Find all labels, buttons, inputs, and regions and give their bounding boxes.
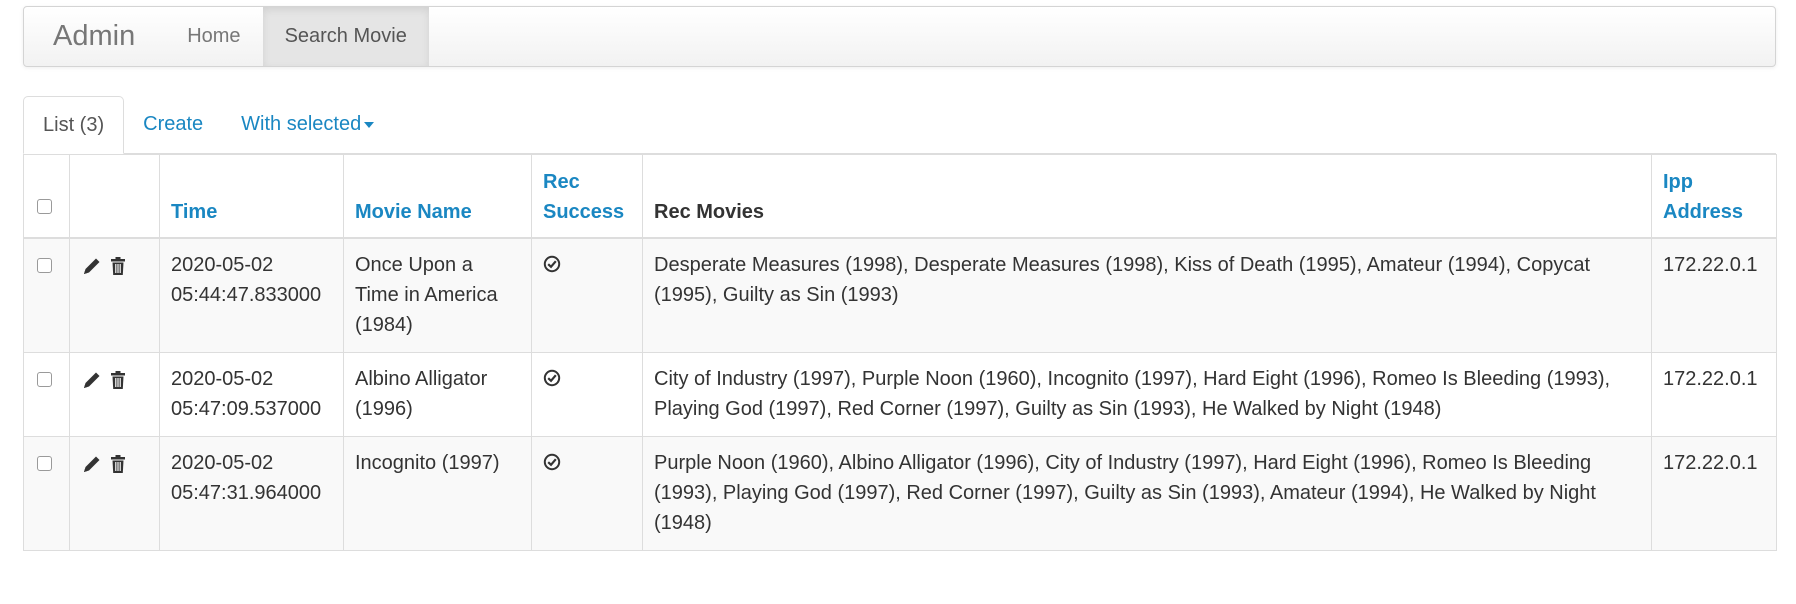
header-ip-line2: Address [1663, 201, 1744, 223]
row-checkbox[interactable] [37, 456, 52, 471]
time-cell: 2020-05-02 05:47:09.537000 [159, 352, 344, 437]
row-checkbox[interactable] [37, 258, 52, 273]
pencil-icon[interactable] [82, 370, 102, 390]
tab-create[interactable]: Create [124, 96, 222, 153]
row-select-cell [23, 237, 70, 353]
time-clock: 05:47:31.964000 [171, 482, 322, 504]
time-cell: 2020-05-02 05:44:47.833000 [159, 237, 344, 353]
sort-rec-success-header[interactable]: Rec Success [531, 154, 643, 239]
ip-address-cell: 172.22.0.1 [1651, 436, 1777, 551]
trash-icon[interactable] [108, 256, 128, 276]
select-all-cell [23, 154, 70, 239]
time-clock: 05:44:47.833000 [171, 284, 322, 306]
time-date: 2020-05-02 [171, 254, 274, 276]
time-cell: 2020-05-02 05:47:31.964000 [159, 436, 344, 551]
rec-movies-cell: Desperate Measures (1998), Desperate Mea… [642, 237, 1652, 353]
nav-search-movie[interactable]: Search Movie [262, 7, 429, 66]
caret-down-icon [364, 121, 375, 128]
header-rec-success-line2: Success [543, 201, 625, 223]
with-selected-label: With selected [241, 113, 362, 135]
header-ip-line1: Ipp [1663, 171, 1693, 193]
table-row: 2020-05-02 05:44:47.833000 Once Upon a T… [23, 237, 1777, 353]
records-table: Time Movie Name Rec Success Rec Movies I… [23, 154, 1777, 551]
sort-movie-name-header[interactable]: Movie Name [343, 154, 532, 239]
rec-movies-header: Rec Movies [642, 154, 1652, 239]
table-row: 2020-05-02 05:47:31.964000 Incognito (19… [23, 436, 1777, 551]
top-navbar: Admin Home Search Movie [23, 6, 1776, 67]
trash-icon[interactable] [108, 370, 128, 390]
ip-address-cell: 172.22.0.1 [1651, 352, 1777, 437]
row-checkbox[interactable] [37, 372, 52, 387]
time-date: 2020-05-02 [171, 368, 274, 390]
movie-name-cell: Once Upon a Time in America (1984) [343, 237, 532, 353]
header-time-label: Time [171, 201, 218, 223]
trash-icon[interactable] [108, 454, 128, 474]
view-tabs: List (3) Create With selected [23, 96, 1776, 154]
nav-home[interactable]: Home [165, 7, 262, 66]
sort-ip-address-header[interactable]: Ipp Address [1651, 154, 1777, 239]
rec-success-cell [531, 237, 643, 353]
ok-circle-icon [543, 369, 561, 387]
movie-name-cell: Albino Alligator (1996) [343, 352, 532, 437]
rec-movies-cell: Purple Noon (1960), Albino Alligator (19… [642, 436, 1652, 551]
rec-success-cell [531, 436, 643, 551]
pencil-icon[interactable] [82, 256, 102, 276]
rec-movies-cell: City of Industry (1997), Purple Noon (19… [642, 352, 1652, 437]
row-actions [69, 237, 160, 353]
time-date: 2020-05-02 [171, 452, 274, 474]
actions-header [69, 154, 160, 239]
row-actions [69, 352, 160, 437]
time-clock: 05:47:09.537000 [171, 398, 322, 420]
table-header-row: Time Movie Name Rec Success Rec Movies I… [23, 154, 1777, 239]
row-actions [69, 436, 160, 551]
header-rec-movies-label: Rec Movies [654, 201, 765, 223]
ok-circle-icon [543, 255, 561, 273]
sort-time-header[interactable]: Time [159, 154, 344, 239]
header-rec-success-line1: Rec [543, 171, 580, 193]
table-row: 2020-05-02 05:47:09.537000 Albino Alliga… [23, 352, 1777, 437]
ip-address-cell: 172.22.0.1 [1651, 237, 1777, 353]
select-all-checkbox[interactable] [37, 199, 52, 214]
brand-admin[interactable]: Admin [24, 7, 165, 66]
movie-name-cell: Incognito (1997) [343, 436, 532, 551]
pencil-icon[interactable] [82, 454, 102, 474]
tab-list[interactable]: List (3) [23, 96, 125, 154]
ok-circle-icon [543, 453, 561, 471]
with-selected-dropdown[interactable]: With selected [222, 96, 393, 153]
rec-success-cell [531, 352, 643, 437]
row-select-cell [23, 352, 70, 437]
header-movie-name-label: Movie Name [355, 201, 472, 223]
row-select-cell [23, 436, 70, 551]
